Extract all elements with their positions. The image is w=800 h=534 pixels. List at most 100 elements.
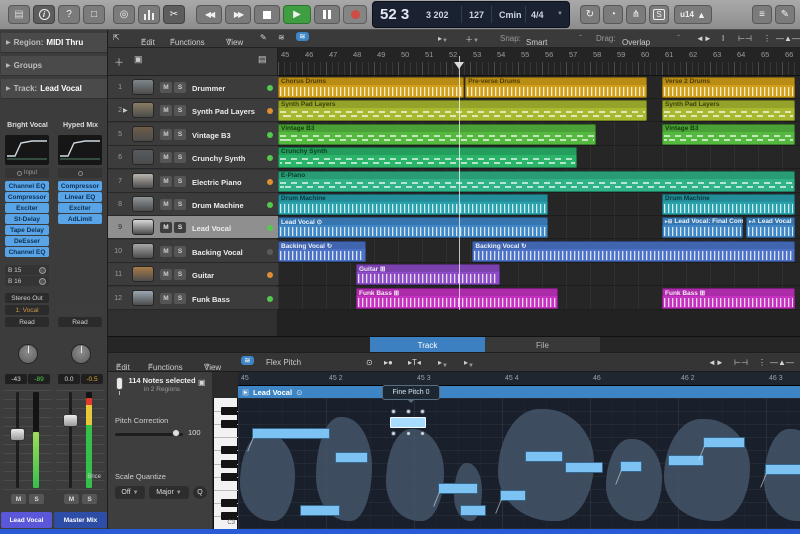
track-inspector-row[interactable]: ▶ Track: Lead Vocal [1, 79, 107, 99]
track-mute-button[interactable]: M [160, 269, 172, 280]
piano-keys[interactable]: C3 [213, 398, 239, 529]
list-editors-button[interactable]: ≡ [752, 5, 772, 24]
region-backing-vocal[interactable]: Backing Vocal ↻ [278, 241, 366, 262]
tuner-button[interactable]: ⋔ [626, 5, 646, 24]
mixer-button[interactable] [138, 5, 160, 24]
forward-button[interactable]: ▶▶ [225, 5, 251, 24]
black-key[interactable] [221, 407, 237, 416]
note-hotspot[interactable] [391, 409, 396, 414]
library-button[interactable]: ▤ [8, 5, 30, 24]
automation-slot[interactable]: Read [5, 317, 49, 327]
region-drum-machine[interactable]: Drum Machine [278, 194, 549, 215]
playhead-handle[interactable] [454, 62, 464, 69]
track-solo-button[interactable]: S [174, 246, 186, 257]
editor-wave-zoom-icon[interactable]: ⊢⊣ [734, 358, 748, 367]
track-header-guitar[interactable]: 11 M S Guitar [108, 263, 278, 286]
pan-knob[interactable] [70, 344, 91, 364]
tab-file[interactable]: File [485, 337, 600, 353]
track-header-lead-vocal[interactable]: 9 M S Lead Vocal [108, 216, 278, 239]
region-funk-bass[interactable]: Funk Bass ⊞ [356, 288, 558, 309]
editor-ruler[interactable]: 45 45 2 45 3 45 4 46 46 2 46 3 [238, 372, 800, 386]
rewind-button[interactable]: ◀◀ [196, 5, 222, 24]
track-mute-button[interactable]: M [160, 176, 172, 187]
flex-pitch-note[interactable] [300, 505, 340, 516]
editor-alt-tool[interactable]: ▸ ▼ [464, 358, 474, 369]
add-track-button[interactable]: ＋ [114, 54, 124, 69]
duplicate-track-button[interactable]: ▣ [134, 54, 143, 65]
editor-more-icon[interactable]: ⋮ [758, 358, 766, 367]
send-knob[interactable] [39, 266, 46, 274]
strip-footer-label[interactable]: Lead Vocal [1, 512, 52, 528]
flex-pitch-note[interactable] [565, 462, 603, 473]
quick-help-button[interactable]: ? [58, 5, 80, 24]
flex-pitch-note[interactable] [438, 483, 478, 494]
lcd-chevron-icon[interactable]: ▼ [557, 11, 563, 17]
pointer-tool-menu[interactable]: ▸ ▼ [438, 34, 448, 44]
track-header-config-button[interactable]: ▤ [258, 54, 267, 65]
mute-button[interactable]: M [11, 494, 26, 504]
editor-pointer-tool[interactable]: ▸ ▼ [438, 358, 448, 369]
vzoom-icon[interactable]: I [722, 34, 724, 43]
zoom-slider[interactable]: —▲— [776, 34, 800, 43]
playhead[interactable] [459, 56, 460, 310]
region-backing-vocal[interactable]: Backing Vocal ↻ [472, 241, 796, 262]
hzoom-icon[interactable]: ◄► [696, 34, 712, 43]
smart-controls-button[interactable]: ◎ [113, 5, 135, 24]
plugin-slot[interactable]: Channel EQ [5, 247, 49, 257]
track-mute-button[interactable]: M [160, 222, 172, 233]
region-drum-machine[interactable]: Drum Machine [662, 194, 796, 215]
solo-button[interactable]: S [29, 494, 44, 504]
notes-button[interactable]: ✎ [775, 5, 795, 24]
catch-icon[interactable]: ⊙ [366, 358, 373, 367]
region-crunchy-synth[interactable]: Crunchy Synth [278, 147, 577, 168]
region-play-icon[interactable]: ▸ [242, 388, 250, 396]
region-synth-pad-layers[interactable]: Synth Pad Layers [662, 100, 796, 121]
black-key[interactable] [221, 472, 237, 481]
group-slot[interactable] [58, 305, 102, 315]
track-header-drum-machine[interactable]: 8 M S Drum Machine [108, 193, 278, 216]
output-slot[interactable]: Stereo Out [5, 293, 49, 303]
flex-pitch-note[interactable] [252, 428, 330, 439]
flex-pitch-note-selected[interactable] [390, 417, 426, 428]
eq-thumbnail[interactable] [58, 135, 102, 165]
track-mute-button[interactable]: M [160, 293, 172, 304]
flex-mode-menu[interactable]: Flex Pitch [266, 358, 301, 367]
pitch-correction-knob[interactable] [172, 429, 180, 437]
flex-pitch-note[interactable] [335, 452, 368, 463]
region-inspector-row[interactable]: ▶ Region: MIDI Thru [1, 33, 107, 53]
waveform-zoom-icon[interactable]: ⊢⊣ [738, 34, 752, 43]
drag-stepper-icon[interactable]: ⌃ [676, 34, 681, 41]
scrub-icon[interactable]: ▸T◂ [408, 358, 421, 367]
count-in-button[interactable]: ◔ [603, 5, 623, 24]
bar-ruler[interactable]: 45 46 47 48 49 50 51 52 53 54 55 56 57 58 59 60 61 62 63 64… [278, 48, 800, 76]
flex-pitch-note[interactable] [703, 437, 745, 448]
black-key[interactable] [221, 446, 237, 455]
flex-icon[interactable]: ≋ [278, 33, 285, 42]
flex-enable-icon[interactable]: ≋ [296, 32, 309, 41]
plugin-slot[interactable]: Linear EQ [58, 192, 102, 202]
groups-inspector-row[interactable]: ▶ Groups [1, 56, 107, 76]
note-hotspot[interactable] [420, 409, 425, 414]
flex-pitch-note[interactable] [620, 461, 642, 472]
flex-pitch-note[interactable] [525, 451, 563, 462]
track-solo-button[interactable]: S [174, 269, 186, 280]
black-key[interactable] [221, 498, 237, 507]
secondary-tool-menu[interactable]: ＋ ▼ [465, 34, 479, 45]
pause-button[interactable] [314, 5, 340, 24]
track-header-synth-pad-layers[interactable]: 2 ▶ M S Synth Pad Layers [108, 99, 278, 122]
plugin-slot[interactable]: Compressor [5, 192, 49, 202]
region-chorus-drums[interactable]: Chorus Drums [278, 77, 465, 98]
plugin-slot[interactable]: DeEsser [5, 236, 49, 246]
track-solo-button[interactable]: S [174, 82, 186, 93]
tab-track[interactable]: Track [370, 337, 485, 353]
region-lead-vocal-final-comp[interactable]: ▸⊞ Lead Vocal: Final Comp [662, 217, 743, 238]
track-mute-button[interactable]: M [160, 82, 172, 93]
local-inspector-icon[interactable]: ▣ [198, 378, 206, 387]
track-mute-button[interactable]: M [160, 129, 172, 140]
catch-playhead-icon[interactable]: ⇱ [113, 33, 120, 42]
track-header-electric-piano[interactable]: 7 M S Electric Piano [108, 170, 278, 193]
region-lead-vocal[interactable]: Lead Vocal ⊙ [278, 217, 549, 238]
editors-button[interactable]: ✂ [163, 5, 185, 24]
region-lead-vocal[interactable]: ▸A Lead Vocal [746, 217, 796, 238]
plugin-slot[interactable]: Channel EQ [5, 181, 49, 191]
